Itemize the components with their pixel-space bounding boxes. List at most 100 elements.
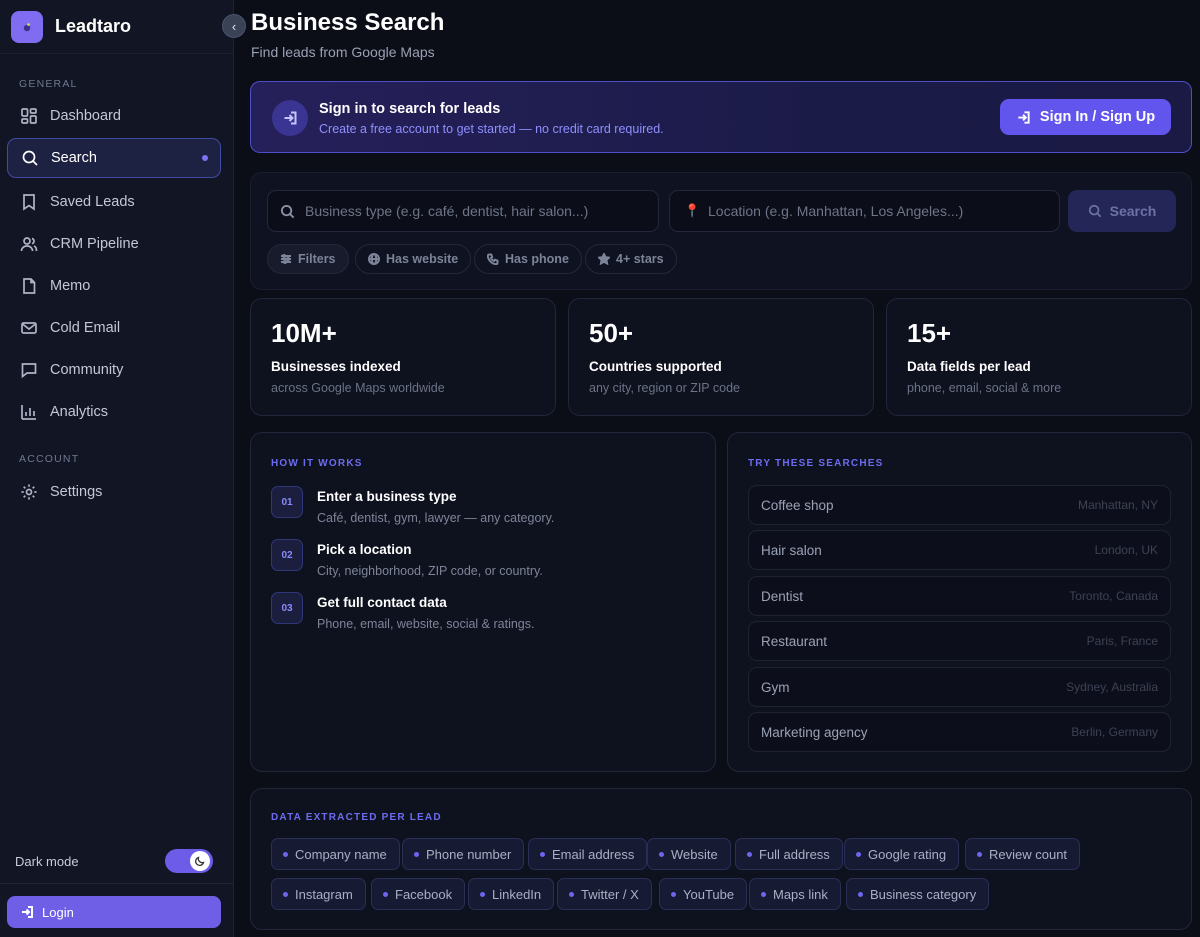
data-field-tag: Phone number xyxy=(402,838,525,870)
try-searches-label: TRY THESE SEARCHES xyxy=(748,458,884,469)
bookmark-icon xyxy=(23,194,35,211)
sidebar-item-saved-leads[interactable]: Saved Leads xyxy=(7,182,221,222)
suggested-query: Dentist xyxy=(761,588,804,604)
globe-icon xyxy=(368,253,380,265)
step-number: 03 xyxy=(271,592,303,624)
location-input[interactable]: 📍 Location (e.g. Manhattan, Los Angeles.… xyxy=(669,190,1060,232)
chip-label: Filters xyxy=(298,252,336,266)
dark-mode-label: Dark mode xyxy=(15,853,79,869)
suggested-search-item[interactable]: Coffee shop Manhattan, NY xyxy=(748,485,1171,525)
sidebar-item-label: Saved Leads xyxy=(50,194,135,210)
leadtaro-logo-icon xyxy=(11,10,43,43)
tag-dot xyxy=(283,851,288,857)
search-button-label: Search xyxy=(1109,203,1157,219)
step-item: 03 Get full contact data Phone, email, w… xyxy=(271,592,691,640)
sliders-icon xyxy=(281,254,291,264)
collapse-sidebar-button[interactable]: ‹ xyxy=(222,14,246,38)
data-field-label: Maps link xyxy=(773,886,828,902)
section-label-account: ACCOUNT xyxy=(19,453,80,465)
has-phone-chip[interactable]: Has phone xyxy=(474,244,582,274)
chat-icon xyxy=(21,363,37,379)
suggested-search-item[interactable]: Hair salon London, UK xyxy=(748,530,1171,570)
sidebar-item-crm-pipeline[interactable]: CRM Pipeline xyxy=(7,224,221,264)
suggested-location: London, UK xyxy=(1094,543,1158,557)
location-pin-icon: 📍 xyxy=(684,203,701,218)
tag-dot xyxy=(977,851,982,857)
data-field-label: Twitter / X xyxy=(581,886,639,902)
search-button[interactable]: Search xyxy=(1068,190,1176,232)
mail-icon xyxy=(21,322,37,334)
suggested-search-item[interactable]: Restaurant Paris, France xyxy=(748,621,1171,661)
tag-dot xyxy=(414,851,419,857)
sign-in-icon xyxy=(272,100,308,136)
stat-subtext: across Google Maps worldwide xyxy=(271,381,445,395)
filters-chip[interactable]: Filters xyxy=(267,244,349,274)
sidebar-item-cold-email[interactable]: Cold Email xyxy=(7,308,221,348)
suggested-query: Hair salon xyxy=(761,542,822,558)
suggested-query: Marketing agency xyxy=(761,724,868,740)
suggested-search-item[interactable]: Dentist Toronto, Canada xyxy=(748,576,1171,616)
four-plus-stars-chip[interactable]: 4+ stars xyxy=(585,244,677,274)
stat-card: 15+ Data fields per lead phone, email, s… xyxy=(886,298,1192,416)
stat-label: Data fields per lead xyxy=(907,359,1031,374)
stat-label: Businesses indexed xyxy=(271,359,401,374)
chip-label: Has phone xyxy=(505,252,569,266)
login-button[interactable]: Login xyxy=(7,896,221,928)
has-website-chip[interactable]: Has website xyxy=(355,244,472,274)
stat-value: 10M+ xyxy=(271,318,337,348)
how-it-works-panel: HOW IT WORKS 01 Enter a business type Ca… xyxy=(250,432,716,772)
step-item: 02 Pick a location City, neighborhood, Z… xyxy=(271,539,691,587)
business-type-input[interactable]: Business type (e.g. café, dentist, hair … xyxy=(267,190,659,232)
tag-dot xyxy=(540,851,545,857)
chevron-left-icon: ‹ xyxy=(231,18,237,34)
suggested-search-item[interactable]: Marketing agency Berlin, Germany xyxy=(748,712,1171,752)
login-icon xyxy=(1018,110,1030,124)
data-extracted-panel: DATA EXTRACTED PER LEAD Company name Pho… xyxy=(250,788,1192,930)
data-field-label: LinkedIn xyxy=(492,886,542,902)
sidebar-item-search[interactable]: Search xyxy=(7,138,221,178)
sidebar-item-dashboard[interactable]: Dashboard xyxy=(7,96,221,136)
step-number: 02 xyxy=(271,539,303,571)
tag-dot xyxy=(747,851,752,857)
step-item: 01 Enter a business type Café, dentist, … xyxy=(271,486,691,534)
data-field-label: Company name xyxy=(295,846,387,862)
sidebar-item-memo[interactable]: Memo xyxy=(7,266,221,306)
login-icon xyxy=(22,906,33,918)
page-title: Business Search xyxy=(251,9,445,36)
tag-dot xyxy=(569,891,574,897)
sidebar-item-settings[interactable]: Settings xyxy=(7,472,221,512)
location-placeholder: Location (e.g. Manhattan, Los Angeles...… xyxy=(708,203,964,219)
tag-dot xyxy=(383,891,388,897)
data-field-tag: Instagram xyxy=(271,878,366,910)
tag-dot xyxy=(856,851,861,857)
suggested-query: Restaurant xyxy=(761,633,828,649)
stat-value: 50+ xyxy=(589,318,634,348)
step-title: Pick a location xyxy=(317,542,412,557)
sign-in-sign-up-button[interactable]: Sign In / Sign Up xyxy=(1000,99,1171,135)
data-field-label: Facebook xyxy=(395,886,453,902)
banner-title: Sign in to search for leads xyxy=(319,101,501,117)
step-title: Get full contact data xyxy=(317,595,447,610)
suggested-location: Sydney, Australia xyxy=(1066,680,1158,694)
sidebar-item-analytics[interactable]: Analytics xyxy=(7,392,221,432)
login-button-label: Login xyxy=(42,904,74,920)
try-searches-panel: TRY THESE SEARCHES Coffee shop Manhattan… xyxy=(727,432,1192,772)
dashboard-icon xyxy=(21,108,37,124)
banner-subtitle: Create a free account to get started — n… xyxy=(319,122,664,136)
data-field-label: Website xyxy=(671,846,718,862)
data-field-label: Phone number xyxy=(426,846,512,862)
how-it-works-label: HOW IT WORKS xyxy=(271,458,363,469)
sidebar-divider xyxy=(0,883,234,884)
data-field-label: Email address xyxy=(552,846,635,862)
sidebar-item-label: Community xyxy=(50,362,124,378)
active-indicator-dot xyxy=(202,155,208,161)
tag-dot xyxy=(659,851,664,857)
suggested-search-item[interactable]: Gym Sydney, Australia xyxy=(748,667,1171,707)
sidebar-item-label: Dashboard xyxy=(50,108,121,124)
sidebar-item-label: Settings xyxy=(50,484,103,500)
business-type-placeholder: Business type (e.g. café, dentist, hair … xyxy=(305,203,589,219)
sidebar-item-label: Memo xyxy=(50,278,91,294)
dark-mode-toggle[interactable] xyxy=(165,849,213,873)
sidebar-item-community[interactable]: Community xyxy=(7,350,221,390)
document-icon xyxy=(23,278,36,294)
